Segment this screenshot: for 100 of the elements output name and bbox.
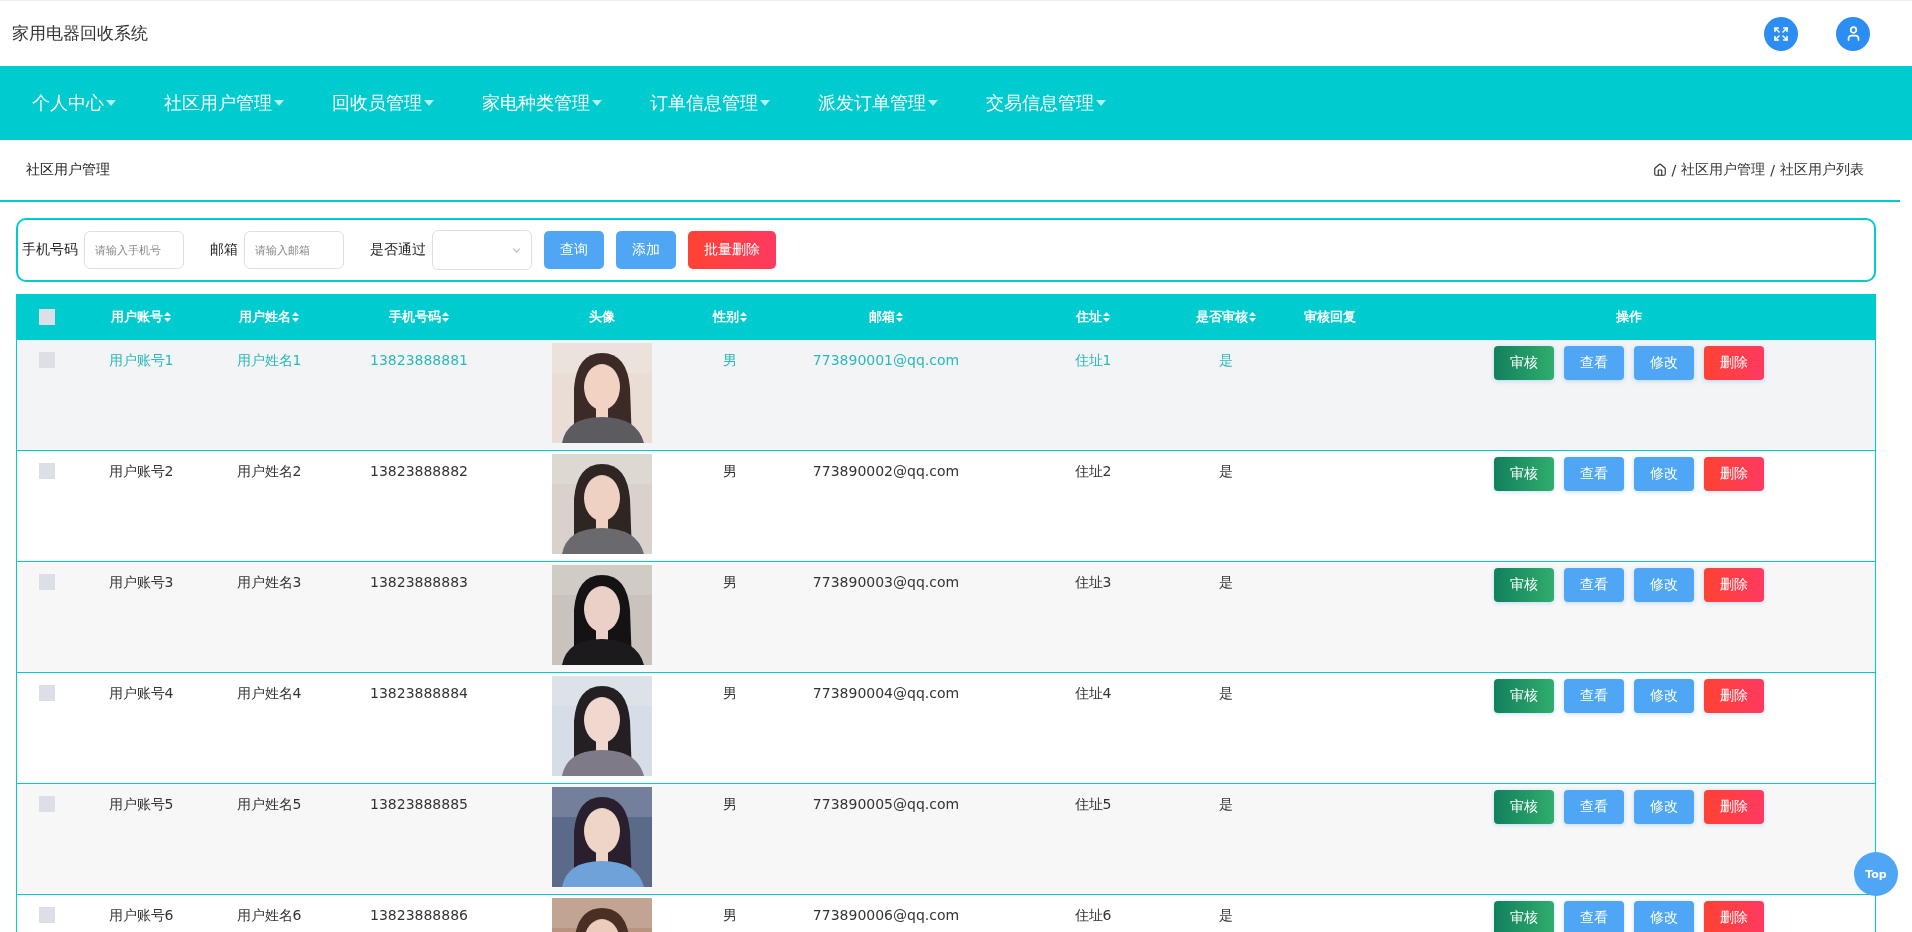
edit-button[interactable]: 修改 [1634,679,1694,713]
table-cell-text: 773890004@qq.com [811,684,961,701]
nav-menu-item[interactable]: 交易信息管理 [966,66,1126,140]
column-header[interactable]: 手机号码 [333,308,505,326]
caret-icon [928,100,938,106]
row-checkbox[interactable] [39,796,55,812]
table-cell-text: 用户姓名6 [235,906,303,925]
field-label: 邮箱 [210,241,238,259]
table-cell-text: 男 [722,462,738,481]
view-button[interactable]: 查看 [1564,679,1624,713]
table-cell-text: 是 [1218,462,1234,481]
batch-delete-button[interactable]: 批量删除 [688,231,776,269]
table-cell-text: 773890001@qq.com [811,351,961,368]
edit-button[interactable]: 修改 [1634,568,1694,602]
column-header[interactable]: 用户姓名 [205,308,333,326]
column-header[interactable]: 是否审核 [1175,308,1277,326]
table-cell-text: 住址6 [1073,906,1113,925]
view-button[interactable]: 查看 [1564,457,1624,491]
nav-menu-item[interactable]: 个人中心 [12,66,136,140]
table-cell-text: 用户姓名3 [235,573,303,592]
edit-button[interactable]: 修改 [1634,346,1694,380]
table-cell-text: 13823888886 [369,906,469,923]
expand-icon [1773,25,1789,42]
caret-icon [106,100,116,106]
caret-icon [424,100,434,106]
delete-button[interactable]: 删除 [1704,346,1764,380]
table-cell-text: 用户账号1 [107,351,175,370]
sort-icon[interactable] [740,312,747,322]
table-cell-text: 男 [722,795,738,814]
review-button[interactable]: 审核 [1494,679,1554,713]
search-form-button[interactable]: 查询 [544,231,604,269]
breadcrumb-link[interactable]: 社区用户列表 [1780,161,1864,179]
table-cell-text: 用户账号3 [107,573,175,592]
fullscreen-button[interactable] [1764,16,1798,51]
sort-icon[interactable] [442,312,449,322]
table-cell-text: 男 [722,684,738,703]
table-cell-text: 住址1 [1073,351,1113,370]
view-button[interactable]: 查看 [1564,346,1624,380]
search-field[interactable]: 请输入邮箱 [244,231,344,269]
field-label: 是否通过 [370,241,426,259]
review-button[interactable]: 审核 [1494,346,1554,380]
select-all-checkbox[interactable] [39,309,55,325]
table-cell-text: 用户账号2 [107,462,175,481]
sort-icon[interactable] [1249,312,1256,322]
review-button[interactable]: 审核 [1494,568,1554,602]
table-row[interactable]: 用户账号3 用户姓名3 13823888883 男 773890003@qq.com 住址3 是 审核 查看 修改 删除 [17,561,1875,672]
table-row[interactable]: 用户账号1 用户姓名1 13823888881 男 773890001@qq.com 住址1 是 审核 查看 修改 删除 [17,339,1875,450]
column-header: 操作 [1615,308,1643,326]
row-checkbox[interactable] [39,574,55,590]
table-cell-text: 是 [1218,906,1234,925]
caret-icon [274,100,284,106]
view-button[interactable]: 查看 [1564,568,1624,602]
nav-menu-item[interactable]: 派发订单管理 [798,66,958,140]
nav-menu-item[interactable]: 回收员管理 [312,66,454,140]
nav-menu-item[interactable]: 订单信息管理 [630,66,790,140]
edit-button[interactable]: 修改 [1634,790,1694,824]
table-cell-text: 用户姓名1 [235,351,303,370]
table-cell-text: 用户姓名4 [235,684,303,703]
table-cell-text: 13823888883 [369,573,469,590]
sort-icon[interactable] [1103,312,1110,322]
nav-menu-item[interactable]: 家电种类管理 [462,66,622,140]
row-checkbox[interactable] [39,907,55,923]
sort-icon[interactable] [292,312,299,322]
column-header[interactable]: 住址 [1011,308,1175,326]
table-cell-text: 用户账号4 [107,684,175,703]
edit-button[interactable]: 修改 [1634,457,1694,491]
view-button[interactable]: 查看 [1564,790,1624,824]
review-button[interactable]: 审核 [1494,901,1554,932]
table-cell-text: 男 [722,351,738,370]
row-checkbox[interactable] [39,463,55,479]
column-header[interactable]: 用户账号 [77,308,205,326]
caret-icon [592,100,602,106]
column-header[interactable]: 性别 [699,308,761,326]
user-button[interactable] [1836,16,1870,51]
delete-button[interactable]: 删除 [1704,901,1764,932]
nav-menu-item[interactable]: 社区用户管理 [144,66,304,140]
search-field[interactable]: 请输入手机号 [84,231,184,269]
sort-icon[interactable] [896,312,903,322]
table-cell-text: 13823888882 [369,462,469,479]
delete-button[interactable]: 删除 [1704,790,1764,824]
view-button[interactable]: 查看 [1564,901,1624,932]
column-header[interactable]: 邮箱 [761,308,1011,326]
delete-button[interactable]: 删除 [1704,679,1764,713]
delete-button[interactable]: 删除 [1704,568,1764,602]
table-cell-text: 是 [1218,573,1234,592]
review-button[interactable]: 审核 [1494,457,1554,491]
field-label: 手机号码 [22,241,78,259]
sort-icon[interactable] [164,312,171,322]
search-form-button[interactable]: 添加 [616,231,676,269]
status-select[interactable] [432,230,532,270]
table-cell-text: 住址5 [1073,795,1113,814]
breadcrumb-separator: / [1770,162,1775,178]
delete-button[interactable]: 删除 [1704,457,1764,491]
row-checkbox[interactable] [39,685,55,701]
home-icon[interactable] [1652,163,1667,177]
edit-button[interactable]: 修改 [1634,901,1694,932]
breadcrumb-link[interactable]: 社区用户管理 [1681,161,1766,179]
app-title: 家用电器回收系统 [12,22,148,45]
review-button[interactable]: 审核 [1494,790,1554,824]
table-cell-text: 是 [1218,351,1234,370]
